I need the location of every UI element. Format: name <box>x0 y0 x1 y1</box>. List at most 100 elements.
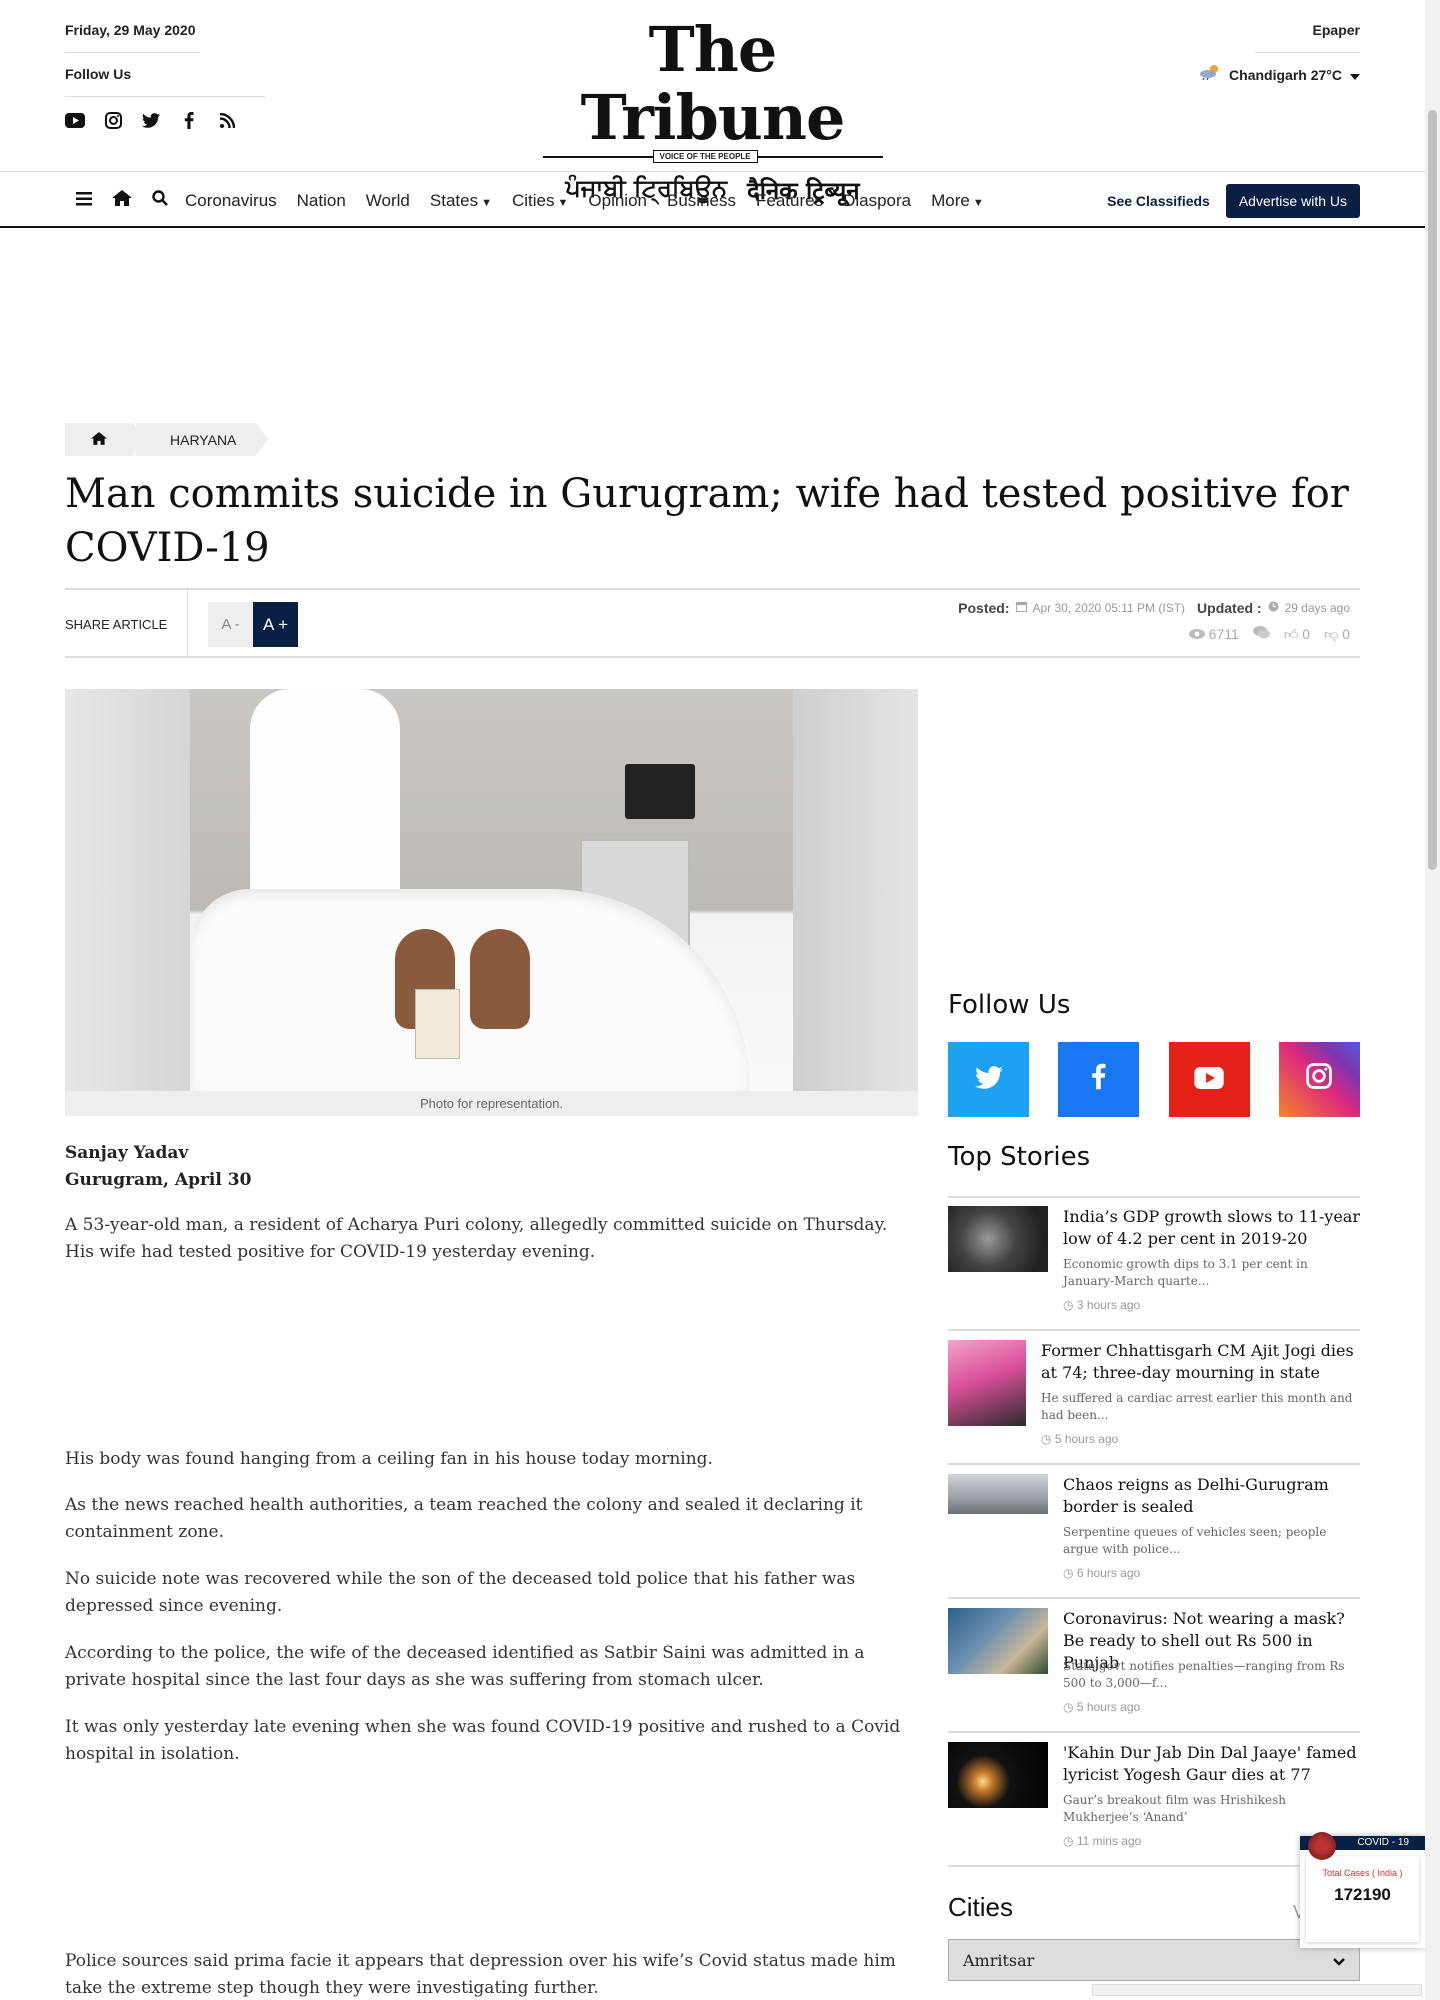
author-name: Sanjay Yadav <box>65 1143 189 1163</box>
article-paragraph: Police sources said prima facie it appea… <box>65 1951 896 1998</box>
top-story-item[interactable]: 'Kahin Dur Jab Din Dal Jaaye' famed lyri… <box>948 1742 1360 1867</box>
logo-wordmark: The Tribune <box>580 13 846 154</box>
divider <box>65 96 265 97</box>
nav-item-business[interactable]: Business <box>667 191 736 211</box>
views-count: 6711 <box>1188 626 1239 643</box>
article-paragraph: His body was found hanging from a ceilin… <box>65 1449 713 1469</box>
clock-icon: ◷ <box>1063 1700 1077 1714</box>
article-paragraph: No suicide note was recovered while the … <box>65 1569 856 1616</box>
covid-widget[interactable]: COVID - 19 Total Cases ( India ) 172190 <box>1300 1832 1425 1948</box>
updated-time: 29 days ago <box>1284 601 1350 615</box>
divider <box>1255 52 1360 53</box>
top-stories-heading: Top Stories <box>948 1142 1091 1172</box>
clock-icon: ◷ <box>1063 1566 1077 1580</box>
story-time: ◷ 3 hours ago <box>1063 1298 1141 1312</box>
follow-us-heading: Follow Us <box>948 990 1071 1020</box>
weather-dropdown[interactable]: Chandigarh 27°C <box>1199 64 1360 85</box>
monitor <box>625 764 695 819</box>
chevron-down-icon <box>1333 1951 1345 1970</box>
story-time: ◷ 5 hours ago <box>1063 1700 1141 1714</box>
horizontal-scrollbar[interactable] <box>1092 1984 1422 1996</box>
nav-item-states[interactable]: States ▼ <box>430 191 492 211</box>
instagram-icon[interactable] <box>103 110 123 130</box>
dislike-button[interactable]: 👎︎ 0 <box>1324 626 1350 643</box>
nav-item-more[interactable]: More ▼ <box>931 191 984 211</box>
foot <box>470 929 530 1029</box>
nav-item-features[interactable]: Features <box>756 191 823 211</box>
comments-icon[interactable] <box>1252 626 1270 643</box>
updated-label: Updated : <box>1197 600 1262 616</box>
article-paragraph: A 53-year-old man, a resident of Acharya… <box>65 1215 888 1262</box>
hamburger-menu-icon[interactable] <box>65 190 103 211</box>
increase-font-button[interactable]: A + <box>253 602 298 647</box>
facebook-icon[interactable] <box>179 110 199 130</box>
byline: Sanjay Yadav Gurugram, April 30 <box>65 1140 251 1194</box>
clock-icon <box>1268 601 1279 615</box>
posted-label: Posted: <box>958 600 1010 616</box>
story-title[interactable]: India’s GDP growth slows to 11-year low … <box>1063 1206 1360 1250</box>
story-title[interactable]: Chaos reigns as Delhi-Gurugram border is… <box>1063 1474 1360 1518</box>
nav-item-nation[interactable]: Nation <box>297 191 346 211</box>
posted-date: Apr 30, 2020 05:11 PM (IST) <box>1032 601 1186 615</box>
calendar-icon <box>1015 601 1027 615</box>
youtube-tile[interactable] <box>1168 1042 1250 1117</box>
story-time: ◷ 11 mins ago <box>1063 1834 1142 1848</box>
rss-icon[interactable] <box>217 110 237 130</box>
story-thumbnail[interactable] <box>948 1474 1048 1514</box>
nav-item-cities[interactable]: Cities ▼ <box>512 191 568 211</box>
article-paragraph: As the news reached health authorities, … <box>65 1495 863 1542</box>
clock-icon: ◷ <box>1041 1432 1055 1446</box>
decrease-font-button[interactable]: A - <box>208 602 253 647</box>
youtube-icon <box>1194 1064 1224 1096</box>
divider <box>65 52 200 53</box>
story-summary: State govt notifies penalties—ranging fr… <box>1063 1659 1345 1690</box>
image-background <box>65 689 190 1091</box>
story-thumbnail[interactable] <box>948 1742 1048 1808</box>
twitter-tile[interactable] <box>948 1042 1029 1117</box>
image-caption: Photo for representation. <box>65 1091 918 1116</box>
top-story-item[interactable]: Coronavirus: Not wearing a mask? Be read… <box>948 1608 1360 1733</box>
story-summary: Serpentine queues of vehicles seen; peop… <box>1063 1525 1327 1556</box>
story-thumbnail[interactable] <box>948 1608 1048 1674</box>
eye-icon <box>1188 626 1205 642</box>
article-paragraph: It was only yesterday late evening when … <box>65 1717 901 1764</box>
chevron-down-icon: ▼ <box>972 196 984 209</box>
story-time: ◷ 5 hours ago <box>1041 1432 1119 1446</box>
like-button[interactable]: 👍︎ 0 <box>1284 626 1310 643</box>
nav-item-coronavirus[interactable]: Coronavirus <box>185 191 277 211</box>
story-thumbnail[interactable] <box>948 1206 1048 1272</box>
city-select[interactable]: Amritsar <box>948 1939 1360 1981</box>
story-summary: Gaur’s breakout film was Hrishikesh Mukh… <box>1063 1793 1286 1824</box>
story-title[interactable]: 'Kahin Dur Jab Din Dal Jaaye' famed lyri… <box>1063 1742 1360 1786</box>
nav-item-world[interactable]: World <box>366 191 410 211</box>
current-date: Friday, 29 May 2020 <box>65 22 196 38</box>
nav-item-opinion[interactable]: Opinion <box>588 191 647 211</box>
home-icon[interactable] <box>103 190 141 211</box>
epaper-link[interactable]: Epaper <box>1313 22 1360 38</box>
breadcrumb: HARYANA <box>65 423 269 456</box>
see-classifieds-link[interactable]: See Classifieds <box>1107 193 1210 209</box>
facebook-tile[interactable] <box>1058 1042 1140 1117</box>
instagram-tile[interactable] <box>1278 1042 1360 1117</box>
youtube-icon[interactable] <box>65 110 85 130</box>
top-story-item[interactable]: Chaos reigns as Delhi-Gurugram border is… <box>948 1474 1360 1599</box>
twitter-icon[interactable] <box>141 110 161 130</box>
scrollbar-thumb[interactable] <box>1428 110 1437 870</box>
image-background <box>793 689 918 1091</box>
top-story-item[interactable]: Former Chhattisgarh CM Ajit Jogi dies at… <box>948 1340 1360 1465</box>
search-icon[interactable] <box>141 190 179 211</box>
logo-tagline: VOICE OF THE PEOPLE <box>652 150 758 163</box>
breadcrumb-section[interactable]: HARYANA <box>136 423 269 456</box>
clock-icon: ◷ <box>1063 1298 1077 1312</box>
breadcrumb-home[interactable] <box>65 423 145 456</box>
morgue-photo <box>190 689 793 1091</box>
advertise-button[interactable]: Advertise with Us <box>1225 183 1360 218</box>
site-logo[interactable]: The Tribune VOICE OF THE PEOPLE ਪੰਜਾਬੀ ਟ… <box>540 13 885 205</box>
story-thumbnail[interactable] <box>948 1340 1026 1426</box>
top-story-item[interactable]: India’s GDP growth slows to 11-year low … <box>948 1206 1360 1331</box>
story-summary: Economic growth dips to 3.1 per cent in … <box>1063 1257 1308 1288</box>
article-headline: Man commits suicide in Gurugram; wife ha… <box>65 471 1349 571</box>
story-title[interactable]: Former Chhattisgarh CM Ajit Jogi dies at… <box>1041 1340 1360 1384</box>
chevron-down-icon: ▼ <box>481 196 492 209</box>
nav-item-diaspora[interactable]: Diaspora <box>843 191 911 211</box>
